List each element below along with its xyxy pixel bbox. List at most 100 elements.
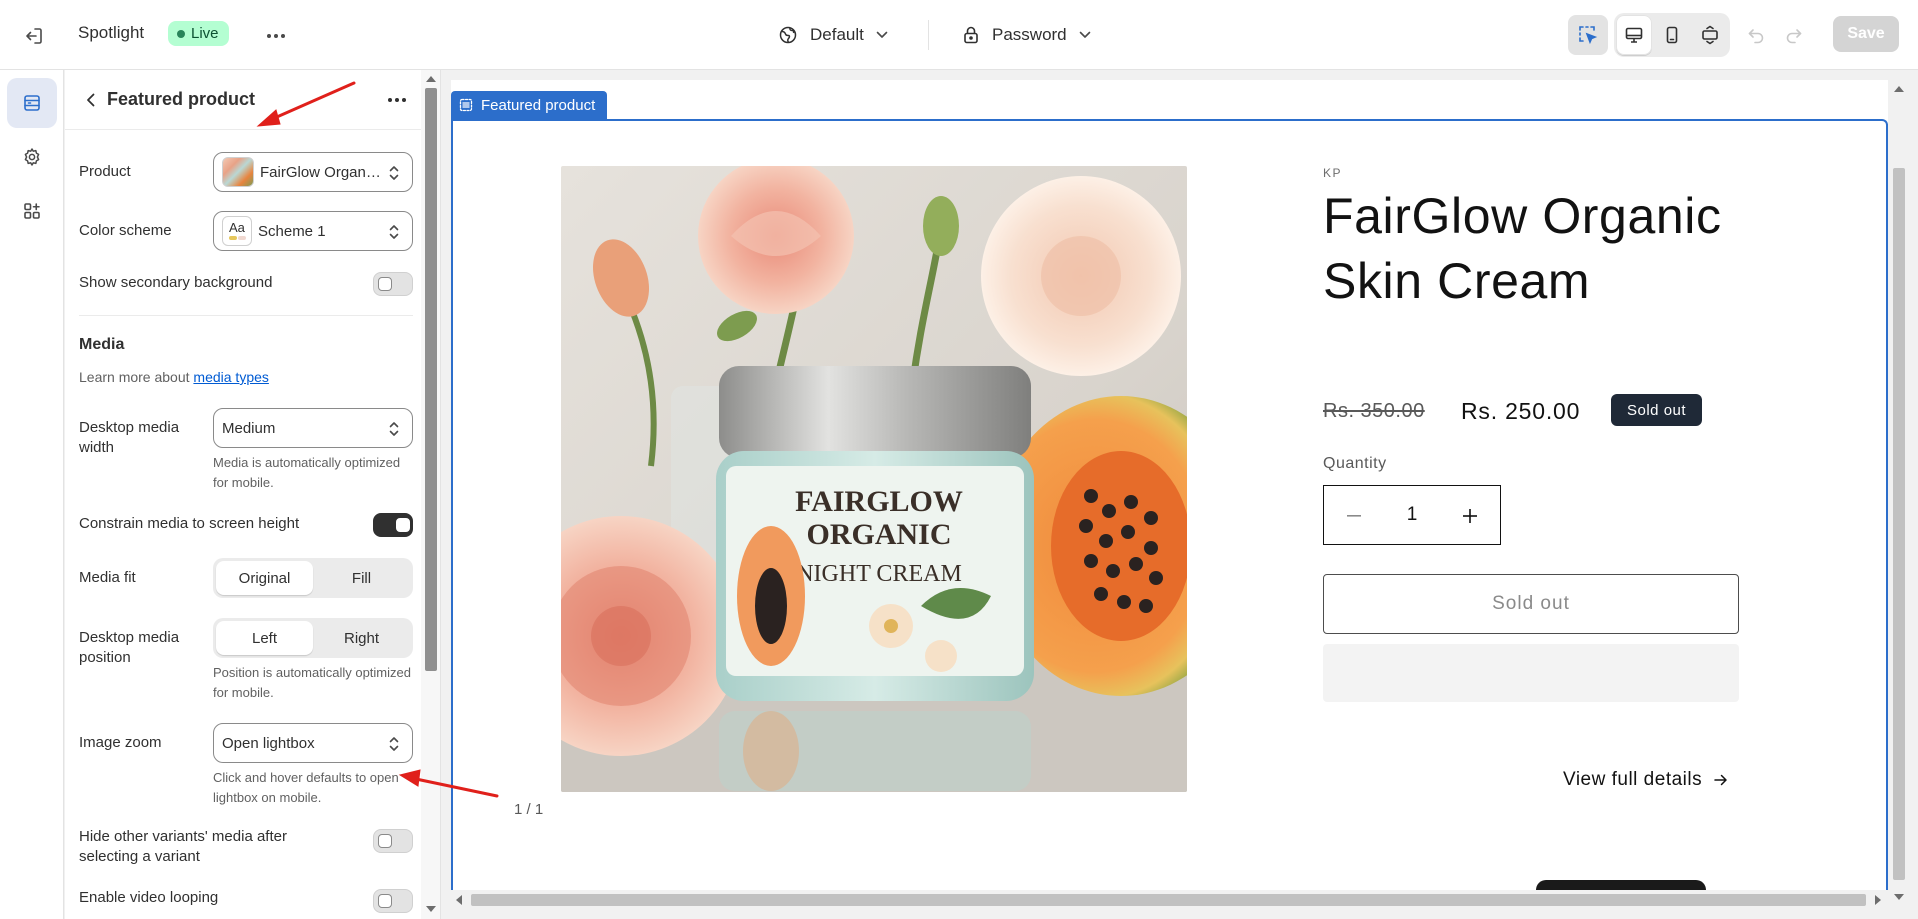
redo-button[interactable] <box>1774 15 1814 55</box>
image-zoom-select[interactable]: Open lightbox <box>213 723 413 763</box>
preview-vertical-scrollbar[interactable] <box>1888 80 1910 910</box>
color-scheme-label: Color scheme <box>79 222 172 239</box>
secondary-background-toggle[interactable] <box>373 272 413 296</box>
gear-icon <box>24 148 40 166</box>
sale-price: Rs. 250.00 <box>1461 398 1581 424</box>
arrow-right-icon <box>1714 774 1727 786</box>
more-horizontal-icon <box>388 98 406 102</box>
product-thumbnail <box>222 157 254 187</box>
jar-label-line3: NIGHT CREAM <box>796 561 962 587</box>
more-horizontal-icon <box>267 34 285 38</box>
chevron-down-icon <box>1079 31 1090 38</box>
image-zoom-value: Open lightbox <box>222 734 315 752</box>
product-title[interactable]: FairGlow Organic Skin Cream <box>1323 184 1783 314</box>
apps-icon <box>24 203 40 219</box>
back-button[interactable] <box>77 86 105 114</box>
panel-header: Featured product <box>65 70 421 130</box>
color-scheme-select[interactable]: Aa Scheme 1 <box>213 211 413 251</box>
undo-icon <box>1748 29 1764 44</box>
store-preview: Featured product FAIRGLOW ORGANIC NIGHT … <box>451 80 1888 906</box>
minus-icon <box>1347 515 1361 517</box>
template-label: Default <box>810 25 864 44</box>
theme-actions-button[interactable] <box>262 22 290 50</box>
dynamic-checkout-placeholder[interactable] <box>1323 644 1739 702</box>
theme-name: Spotlight <box>78 23 145 42</box>
media-position-right[interactable]: Right <box>313 621 410 655</box>
scroll-left-arrow-icon <box>456 895 462 905</box>
product-vendor: KP <box>1323 166 1343 180</box>
chevron-down-icon <box>876 31 888 38</box>
select-cursor-icon <box>1579 26 1598 45</box>
password-label: Password <box>992 25 1067 44</box>
view-full-details-link[interactable]: View full details <box>1563 769 1728 791</box>
expand-vertical-icon <box>1702 25 1718 45</box>
media-types-link[interactable]: media types <box>193 369 268 385</box>
select-chevrons-icon <box>389 166 399 180</box>
fullwidth-view-button[interactable] <box>1692 15 1728 55</box>
desktop-view-button[interactable] <box>1616 15 1652 55</box>
add-to-cart-sold-out-button[interactable]: Sold out <box>1323 574 1739 634</box>
desktop-media-width-help: Media is automatically optimized for mob… <box>213 455 401 490</box>
view-full-details-text: View full details <box>1563 769 1703 790</box>
quantity-increase-button[interactable] <box>1456 502 1484 530</box>
product-picker[interactable]: FairGlow Organic Skin Cream <box>213 152 413 192</box>
panel-scrollbar[interactable] <box>421 70 440 919</box>
select-chevrons-icon <box>389 225 399 239</box>
undo-button[interactable] <box>1736 15 1776 55</box>
live-status-text: Live <box>191 25 219 42</box>
media-position-left[interactable]: Left <box>216 621 313 655</box>
color-scheme-value: Scheme 1 <box>258 222 326 240</box>
topbar-divider <box>928 20 929 50</box>
save-button[interactable]: Save <box>1833 16 1899 52</box>
media-fit-original[interactable]: Original <box>216 561 313 595</box>
quantity-input[interactable]: 1 <box>1392 504 1432 526</box>
image-zoom-help: Click and hover defaults to open lightbo… <box>213 770 399 805</box>
media-fit-fill[interactable]: Fill <box>313 561 410 595</box>
section-icon <box>459 98 473 112</box>
desktop-media-width-label: Desktop media width <box>79 419 180 456</box>
panel-title: Featured product <box>107 89 256 109</box>
apps-nav-button[interactable] <box>7 186 57 236</box>
lock-icon <box>964 26 978 44</box>
live-dot-icon <box>177 29 185 38</box>
quantity-stepper: 1 <box>1323 485 1501 545</box>
desktop-media-width-value: Medium <box>222 419 276 437</box>
jar-label-line2: ORGANIC <box>806 518 951 551</box>
inspector-toggle-button[interactable] <box>1568 15 1608 55</box>
scroll-down-arrow-icon <box>1894 894 1904 900</box>
video-looping-label: Enable video looping <box>79 889 219 906</box>
selected-section-tag[interactable]: Featured product <box>451 91 608 119</box>
scroll-up-arrow-icon <box>1894 86 1904 92</box>
media-heading: Media <box>79 336 125 353</box>
template-selector[interactable]: Default <box>772 20 894 50</box>
vertical-scroll-thumb[interactable] <box>1893 168 1905 880</box>
constrain-media-toggle[interactable] <box>373 513 413 537</box>
horizontal-scroll-thumb[interactable] <box>471 894 1866 906</box>
desktop-media-width-select[interactable]: Medium <box>213 408 413 448</box>
scroll-down-arrow-icon <box>426 906 436 912</box>
quantity-decrease-button[interactable] <box>1340 502 1368 530</box>
panel-scroll-thumb[interactable] <box>425 88 437 671</box>
hide-variants-toggle[interactable] <box>373 829 413 853</box>
sections-nav-button[interactable] <box>7 78 57 128</box>
section-actions-button[interactable] <box>383 86 411 114</box>
jar-label-line1: FAIRGLOW <box>795 485 963 518</box>
password-selector[interactable]: Password <box>956 20 1097 50</box>
sold-out-badge: Sold out <box>1611 394 1703 426</box>
mobile-view-button[interactable] <box>1654 15 1690 55</box>
scroll-up-arrow-icon <box>426 76 436 82</box>
hide-variants-label: Hide other variants' media after selecti… <box>79 828 287 865</box>
image-zoom-label: Image zoom <box>79 734 162 751</box>
video-looping-toggle[interactable] <box>373 889 413 913</box>
media-position-help: Position is automatically optimized for … <box>213 665 411 700</box>
preview-horizontal-scrollbar[interactable] <box>451 890 1888 910</box>
swatch-text: Aa <box>229 220 245 235</box>
product-image[interactable]: FAIRGLOW ORGANIC NIGHT CREAM <box>561 166 1187 792</box>
redo-icon <box>1786 29 1802 44</box>
quantity-label: Quantity <box>1323 455 1387 472</box>
media-fit-label: Media fit <box>79 569 136 586</box>
exit-icon <box>26 28 42 44</box>
exit-button[interactable] <box>20 22 48 50</box>
theme-settings-nav-button[interactable] <box>7 132 57 182</box>
desktop-icon <box>1625 27 1643 43</box>
